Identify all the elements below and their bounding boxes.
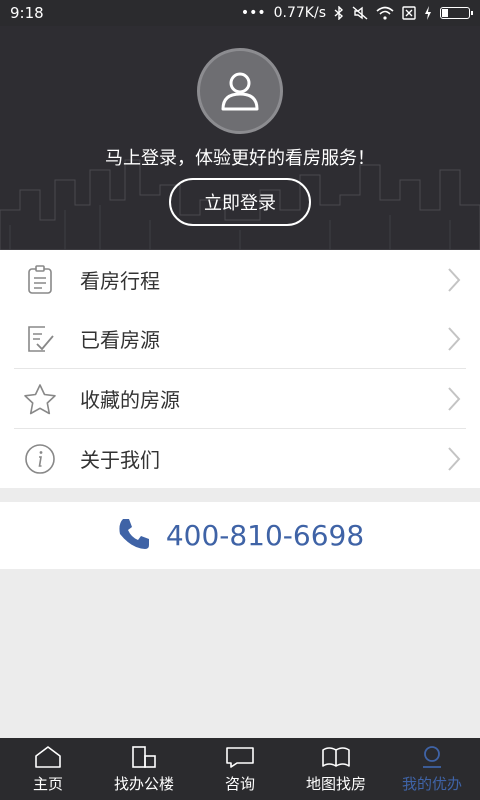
- nav-label: 咨询: [224, 774, 255, 793]
- menu-item-label: 关于我们: [80, 448, 160, 472]
- nav-home[interactable]: 主页: [0, 738, 96, 800]
- building-icon: [132, 745, 156, 768]
- battery-icon: [440, 7, 473, 19]
- checklist-icon: [14, 324, 66, 354]
- bluetooth-icon: [334, 6, 344, 20]
- profile-header: 马上登录，体验更好的看房服务！ 立即登录: [0, 26, 480, 250]
- charging-icon: [424, 6, 432, 20]
- wifi-icon: [376, 6, 394, 20]
- menu-item-label: 收藏的房源: [80, 388, 180, 412]
- phone-call-row[interactable]: 400-810-6698: [0, 502, 480, 569]
- menu-item-label: 已看房源: [80, 328, 160, 352]
- home-icon: [35, 745, 61, 768]
- info-icon: [14, 443, 66, 475]
- menu-item-favorites[interactable]: 收藏的房源: [14, 369, 466, 428]
- map-icon: [322, 746, 350, 767]
- status-dots: •••: [240, 5, 266, 21]
- user-icon: [423, 745, 441, 768]
- status-indicators: ••• 0.77K/s: [240, 5, 473, 21]
- phone-icon: [116, 516, 152, 556]
- network-speed: 0.77K/s: [273, 5, 326, 21]
- menu-item-label: 看房行程: [80, 269, 160, 293]
- bottom-nav: 主页 找办公楼 咨询 地图找房 我的优办: [0, 738, 480, 800]
- phone-number[interactable]: 400-810-6698: [166, 519, 364, 552]
- chevron-right-icon: [442, 326, 466, 352]
- star-icon: [14, 383, 66, 415]
- login-button[interactable]: 立即登录: [169, 178, 311, 226]
- menu-item-viewed-listings[interactable]: 已看房源: [14, 309, 466, 368]
- status-time: 9:18: [10, 4, 44, 22]
- nav-consult[interactable]: 咨询: [192, 738, 288, 800]
- nav-find-office[interactable]: 找办公楼: [96, 738, 192, 800]
- message-icon: [226, 746, 254, 768]
- nav-map-search[interactable]: 地图找房: [288, 738, 384, 800]
- nav-my-youban[interactable]: 我的优办: [384, 738, 480, 800]
- menu-list: 看房行程 已看房源 收藏的房源 关于我们: [0, 250, 480, 488]
- nav-label: 我的优办: [401, 774, 462, 793]
- avatar[interactable]: [197, 48, 283, 134]
- menu-item-viewing-schedule[interactable]: 看房行程: [14, 250, 466, 309]
- menu-item-about-us[interactable]: 关于我们: [14, 429, 466, 488]
- user-avatar-icon: [221, 72, 259, 111]
- chevron-right-icon: [442, 446, 466, 472]
- no-sim-icon: [402, 6, 416, 20]
- nav-label: 找办公楼: [113, 774, 174, 793]
- login-tip: 马上登录，体验更好的看房服务！: [105, 148, 375, 169]
- mute-icon: [352, 6, 368, 20]
- clipboard-icon: [14, 264, 66, 295]
- nav-label: 主页: [32, 774, 63, 793]
- chevron-right-icon: [442, 386, 466, 412]
- status-bar: 9:18 ••• 0.77K/s: [0, 0, 480, 26]
- nav-label: 地图找房: [305, 774, 366, 793]
- chevron-right-icon: [442, 267, 466, 293]
